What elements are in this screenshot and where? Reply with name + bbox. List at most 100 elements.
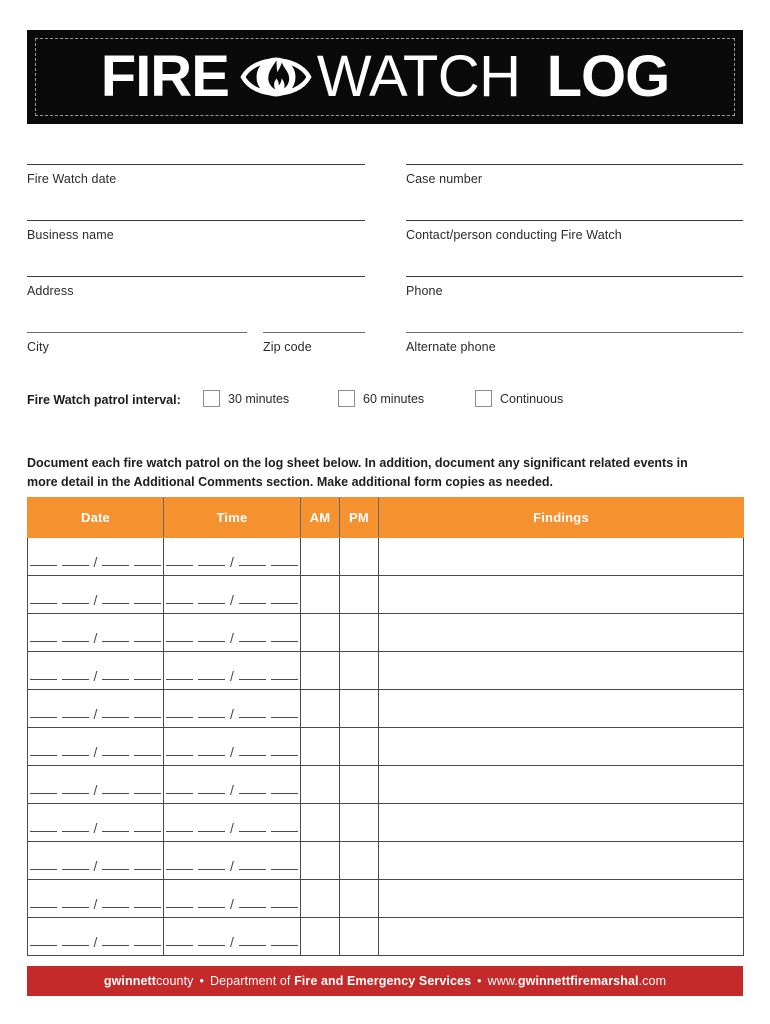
cell-time[interactable]: / (163, 689, 301, 728)
blank-underscore (102, 564, 130, 566)
cell-date[interactable]: / (27, 537, 164, 576)
field-phone[interactable]: Phone (406, 276, 743, 298)
cell-date[interactable]: / (27, 727, 164, 766)
blank-underscore (238, 868, 266, 870)
field-city[interactable]: City (27, 332, 247, 354)
cell-time[interactable]: / (163, 575, 301, 614)
cell-findings[interactable] (378, 917, 744, 956)
cell-findings[interactable] (378, 803, 744, 842)
cell-date[interactable]: / (27, 803, 164, 842)
cell-findings[interactable] (378, 613, 744, 652)
checkbox-30-minutes-box[interactable] (203, 390, 220, 407)
cell-findings[interactable] (378, 689, 744, 728)
cell-date[interactable]: / (27, 765, 164, 804)
cell-findings[interactable] (378, 841, 744, 880)
blank-underscore (61, 640, 89, 642)
cell-pm[interactable] (339, 765, 379, 804)
cell-date[interactable]: / (27, 613, 164, 652)
blank-underscore (198, 678, 226, 680)
field-alternate-phone[interactable]: Alternate phone (406, 332, 743, 354)
cell-am[interactable] (300, 765, 340, 804)
blank-underscore (166, 868, 194, 870)
cell-am[interactable] (300, 879, 340, 918)
cell-am[interactable] (300, 803, 340, 842)
cell-date[interactable]: / (27, 651, 164, 690)
footer-dept-bold: Fire and Emergency Services (294, 974, 472, 988)
cell-time[interactable]: / (163, 651, 301, 690)
cell-findings[interactable] (378, 727, 744, 766)
blank-date-pattern: / (164, 538, 300, 575)
field-label-business-name: Business name (27, 228, 114, 242)
field-contact-person[interactable]: Contact/person conducting Fire Watch (406, 220, 743, 242)
cell-pm[interactable] (339, 917, 379, 956)
cell-time[interactable]: / (163, 841, 301, 880)
table-row: / / (27, 765, 744, 804)
field-label-fire-watch-date: Fire Watch date (27, 172, 117, 186)
cell-pm[interactable] (339, 727, 379, 766)
cell-pm[interactable] (339, 575, 379, 614)
fire-watch-log-form: FIRE WATCH LOG Fire Watch date Business … (0, 0, 770, 1024)
cell-am[interactable] (300, 689, 340, 728)
blank-underscore (102, 792, 130, 794)
cell-findings[interactable] (378, 651, 744, 690)
checkbox-continuous[interactable]: Continuous (475, 390, 563, 407)
checkbox-60-minutes-box[interactable] (338, 390, 355, 407)
field-zip-code[interactable]: Zip code (263, 332, 365, 354)
cell-date[interactable]: / (27, 917, 164, 956)
field-case-number[interactable]: Case number (406, 164, 743, 186)
cell-findings[interactable] (378, 537, 744, 576)
cell-am[interactable] (300, 841, 340, 880)
blank-underscore (166, 640, 194, 642)
blank-underscore (270, 944, 298, 946)
blank-underscore (134, 944, 162, 946)
cell-findings[interactable] (378, 765, 744, 804)
field-business-name[interactable]: Business name (27, 220, 365, 242)
field-fire-watch-date[interactable]: Fire Watch date (27, 164, 365, 186)
cell-findings[interactable] (378, 575, 744, 614)
cell-date[interactable]: / (27, 689, 164, 728)
cell-time[interactable]: / (163, 803, 301, 842)
footer-website[interactable]: www.gwinnettfiremarshal.com (488, 974, 666, 988)
cell-am[interactable] (300, 917, 340, 956)
cell-pm[interactable] (339, 879, 379, 918)
cell-date[interactable]: / (27, 841, 164, 880)
cell-pm[interactable] (339, 841, 379, 880)
checkbox-60-minutes[interactable]: 60 minutes (338, 390, 424, 407)
cell-am[interactable] (300, 575, 340, 614)
slash-separator: / (93, 781, 98, 798)
cell-time[interactable]: / (163, 765, 301, 804)
blank-underscore (166, 602, 194, 604)
banner-title-group: FIRE WATCH LOG (27, 30, 743, 124)
checkbox-continuous-box[interactable] (475, 390, 492, 407)
cell-date[interactable]: / (27, 879, 164, 918)
cell-time[interactable]: / (163, 613, 301, 652)
cell-time[interactable]: / (163, 537, 301, 576)
cell-time[interactable]: / (163, 727, 301, 766)
column-header-pm: PM (339, 497, 379, 538)
cell-pm[interactable] (339, 803, 379, 842)
blank-underscore (134, 868, 162, 870)
checkbox-30-minutes[interactable]: 30 minutes (203, 390, 289, 407)
blank-date-pattern: / (164, 652, 300, 689)
cell-am[interactable] (300, 613, 340, 652)
blank-date-pattern: / (164, 728, 300, 765)
checkbox-60-minutes-label: 60 minutes (363, 391, 425, 406)
blank-underscore (238, 602, 266, 604)
cell-date[interactable]: / (27, 575, 164, 614)
cell-am[interactable] (300, 727, 340, 766)
cell-am[interactable] (300, 537, 340, 576)
cell-pm[interactable] (339, 537, 379, 576)
blank-underscore (29, 906, 57, 908)
field-address[interactable]: Address (27, 276, 365, 298)
slash-separator: / (93, 553, 98, 570)
cell-am[interactable] (300, 651, 340, 690)
blank-date-pattern: / (164, 842, 300, 879)
checkbox-30-minutes-label: 30 minutes (228, 391, 290, 406)
cell-findings[interactable] (378, 879, 744, 918)
cell-pm[interactable] (339, 689, 379, 728)
cell-time[interactable]: / (163, 879, 301, 918)
cell-pm[interactable] (339, 651, 379, 690)
cell-time[interactable]: / (163, 917, 301, 956)
slash-separator: / (93, 629, 98, 646)
cell-pm[interactable] (339, 613, 379, 652)
